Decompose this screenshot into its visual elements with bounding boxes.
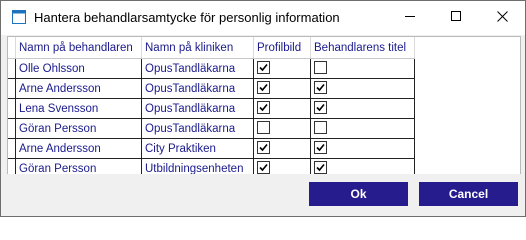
cell-profilbild xyxy=(253,118,311,139)
column-header-titel[interactable]: Behandlarens titel xyxy=(310,37,415,59)
table-row[interactable]: Göran Persson OpusTandläkarna xyxy=(8,118,415,139)
cell-profilbild xyxy=(253,158,311,174)
titel-checkbox[interactable] xyxy=(314,121,327,135)
consent-table: Namn på behandlaren Namn på kliniken Pro… xyxy=(8,37,415,174)
titel-checkbox[interactable] xyxy=(314,61,327,75)
ok-button[interactable]: Ok xyxy=(309,182,408,206)
profilbild-checkbox[interactable] xyxy=(257,161,270,174)
title-bar[interactable]: Hantera behandlarsamtycke för personlig … xyxy=(1,1,525,35)
profilbild-checkbox[interactable] xyxy=(257,121,270,135)
table-row[interactable]: Göran Persson Utbildningsenheten xyxy=(8,158,415,174)
cell-klinik[interactable]: Utbildningsenheten xyxy=(141,158,254,174)
maximize-button[interactable] xyxy=(433,1,479,35)
close-icon xyxy=(496,9,508,27)
profilbild-checkbox[interactable] xyxy=(257,101,270,115)
cell-behandlare[interactable]: Arne Andersson xyxy=(15,78,142,99)
cell-profilbild xyxy=(253,58,311,79)
column-header-klinik[interactable]: Namn på kliniken xyxy=(141,37,254,59)
close-button[interactable] xyxy=(479,1,525,35)
cell-titel xyxy=(310,158,415,174)
cell-titel xyxy=(310,118,415,139)
dialog-window: Hantera behandlarsamtycke för personlig … xyxy=(0,0,526,217)
row-header[interactable] xyxy=(8,118,16,139)
cell-profilbild xyxy=(253,98,311,119)
table-row[interactable]: Olle Ohlsson OpusTandläkarna xyxy=(8,58,415,79)
app-window-icon xyxy=(12,10,26,24)
cell-titel xyxy=(310,138,415,159)
consent-grid: Namn på behandlaren Namn på kliniken Pro… xyxy=(7,36,521,175)
cell-behandlare[interactable]: Lena Svensson xyxy=(15,98,142,119)
row-header[interactable] xyxy=(8,98,16,119)
column-header-behandlare[interactable]: Namn på behandlaren xyxy=(15,37,142,59)
cell-behandlare[interactable]: Göran Persson xyxy=(15,118,142,139)
window-title: Hantera behandlarsamtycke för personlig … xyxy=(34,10,340,25)
table-row[interactable]: Arne Andersson OpusTandläkarna xyxy=(8,78,415,99)
button-bar: Ok Cancel xyxy=(1,174,525,216)
cell-behandlare[interactable]: Göran Persson xyxy=(15,158,142,174)
table-row[interactable]: Arne Andersson City Praktiken xyxy=(8,138,415,159)
row-header[interactable] xyxy=(8,158,16,174)
row-header[interactable] xyxy=(8,58,16,79)
cell-titel xyxy=(310,98,415,119)
cell-klinik[interactable]: OpusTandläkarna xyxy=(141,118,254,139)
cell-titel xyxy=(310,78,415,99)
cell-klinik[interactable]: OpusTandläkarna xyxy=(141,78,254,99)
column-header-profilbild[interactable]: Profilbild xyxy=(253,37,311,59)
profilbild-checkbox[interactable] xyxy=(257,141,270,155)
titel-checkbox[interactable] xyxy=(314,141,327,155)
profilbild-checkbox[interactable] xyxy=(257,81,270,95)
titel-checkbox[interactable] xyxy=(314,81,327,95)
profilbild-checkbox[interactable] xyxy=(257,61,270,75)
titel-checkbox[interactable] xyxy=(314,101,327,115)
cell-profilbild xyxy=(253,138,311,159)
cell-titel xyxy=(310,58,415,79)
row-header-corner xyxy=(8,37,16,59)
cell-profilbild xyxy=(253,78,311,99)
row-header[interactable] xyxy=(8,138,16,159)
cell-klinik[interactable]: OpusTandläkarna xyxy=(141,98,254,119)
minimize-button[interactable] xyxy=(387,1,433,35)
cell-klinik[interactable]: City Praktiken xyxy=(141,138,254,159)
table-header-row: Namn på behandlaren Namn på kliniken Pro… xyxy=(8,37,415,59)
row-header[interactable] xyxy=(8,78,16,99)
cell-behandlare[interactable]: Olle Ohlsson xyxy=(15,58,142,79)
cell-klinik[interactable]: OpusTandläkarna xyxy=(141,58,254,79)
maximize-icon xyxy=(450,9,462,27)
titel-checkbox[interactable] xyxy=(314,161,327,174)
minimize-icon xyxy=(404,9,416,27)
table-row[interactable]: Lena Svensson OpusTandläkarna xyxy=(8,98,415,119)
cancel-button[interactable]: Cancel xyxy=(419,182,518,206)
cell-behandlare[interactable]: Arne Andersson xyxy=(15,138,142,159)
